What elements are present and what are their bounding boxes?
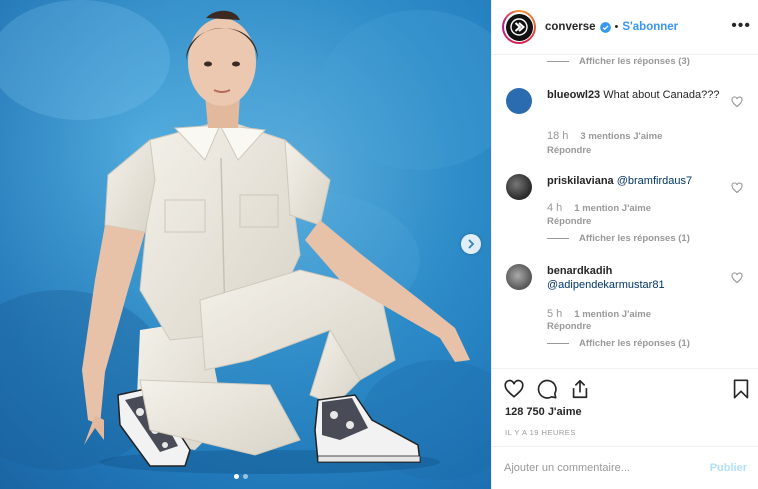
comment-meta: 5 h 1 mention J'aime — [547, 308, 651, 320]
carousel-dot-active — [234, 474, 239, 479]
comment-time: 4 h — [547, 202, 563, 214]
chevron-right-icon — [468, 239, 475, 249]
comment-reply-button[interactable]: Répondre — [547, 321, 591, 332]
comment-meta: 4 h 1 mention J'aime — [547, 202, 651, 214]
comment-input[interactable] — [504, 462, 710, 474]
chevron-logo-icon — [510, 18, 528, 36]
add-comment-bar: Publier — [492, 446, 758, 489]
carousel-next-button[interactable] — [461, 234, 481, 254]
post-side-panel: converse • S'abonner ••• Afficher les ré… — [491, 0, 758, 489]
avatar-inner — [504, 12, 534, 42]
replies-divider-line — [547, 61, 569, 62]
comment-mention[interactable]: @bramfirdaus7 — [617, 175, 692, 187]
follow-button[interactable]: S'abonner — [622, 21, 678, 33]
comment-time: 5 h — [547, 308, 563, 320]
instagram-post: converse • S'abonner ••• Afficher les ré… — [0, 0, 758, 489]
comments-list[interactable]: Afficher les réponses (3) blueowl23 What… — [492, 56, 758, 367]
comment-username[interactable]: benardkadih — [547, 264, 732, 278]
comment-text: blueowl23 What about Canada??? — [547, 88, 732, 102]
post-header: converse • S'abonner ••• — [492, 0, 758, 55]
view-replies-label: Afficher les réponses (1) — [579, 338, 690, 349]
post-timestamp: IL Y A 19 HEURES — [505, 428, 576, 437]
share-upload-icon[interactable] — [569, 378, 591, 400]
comment-like-icon[interactable] — [731, 96, 743, 108]
view-replies-label: Afficher les réponses (1) — [579, 233, 690, 244]
comment-like-icon[interactable] — [731, 272, 743, 284]
replies-divider-line — [547, 343, 569, 344]
account-avatar[interactable] — [502, 10, 536, 44]
comment-reply-button[interactable]: Répondre — [547, 145, 591, 156]
likes-count[interactable]: 128 750 J'aime — [505, 406, 582, 418]
carousel-dot — [243, 474, 248, 479]
post-photo[interactable] — [0, 0, 491, 489]
comment-mention[interactable]: @adipendekarmustar81 — [547, 278, 732, 292]
comment-avatar[interactable] — [506, 264, 532, 290]
more-options-button[interactable]: ••• — [731, 17, 751, 35]
view-replies-link[interactable]: Afficher les réponses (1) — [547, 233, 690, 244]
comment-avatar[interactable] — [506, 88, 532, 114]
comment-reply-button[interactable]: Répondre — [547, 216, 591, 227]
comment-content: What about Canada??? — [603, 89, 720, 101]
view-replies-link[interactable]: Afficher les réponses (1) — [547, 338, 690, 349]
view-replies-link[interactable]: Afficher les réponses (3) — [547, 56, 690, 67]
comment-likes[interactable]: 1 mention J'aime — [574, 309, 651, 320]
comment-text: benardkadih @adipendekarmustar81 — [547, 264, 732, 292]
comment-text: priskilaviana @bramfirdaus7 — [547, 174, 732, 188]
replies-divider-line — [547, 238, 569, 239]
post-actions: 128 750 J'aime IL Y A 19 HEURES — [492, 368, 758, 448]
heart-outline-icon[interactable] — [503, 378, 525, 400]
comment-item: blueowl23 What about Canada??? 18 h 3 me… — [506, 88, 751, 158]
comment-meta: 18 h 3 mentions J'aime — [547, 130, 662, 142]
converse-logo-icon — [505, 13, 533, 41]
view-replies-label: Afficher les réponses (3) — [579, 56, 690, 67]
verified-badge-icon — [599, 21, 611, 33]
comment-bubble-icon[interactable] — [536, 378, 558, 400]
account-username[interactable]: converse — [545, 21, 596, 33]
model-photo-illustration — [0, 0, 491, 489]
comment-username[interactable]: blueowl23 — [547, 89, 600, 101]
comment-item: benardkadih @adipendekarmustar81 5 h 1 m… — [506, 264, 751, 344]
publish-button[interactable]: Publier — [710, 462, 747, 474]
comment-like-icon[interactable] — [731, 182, 743, 194]
bookmark-icon[interactable] — [730, 378, 752, 400]
header-separator: • — [614, 21, 619, 33]
comment-time: 18 h — [547, 130, 569, 142]
carousel-indicator — [234, 474, 248, 479]
comment-avatar[interactable] — [506, 174, 532, 200]
comment-likes[interactable]: 3 mentions J'aime — [580, 131, 662, 142]
comment-username[interactable]: priskilaviana — [547, 175, 614, 187]
comment-likes[interactable]: 1 mention J'aime — [574, 203, 651, 214]
